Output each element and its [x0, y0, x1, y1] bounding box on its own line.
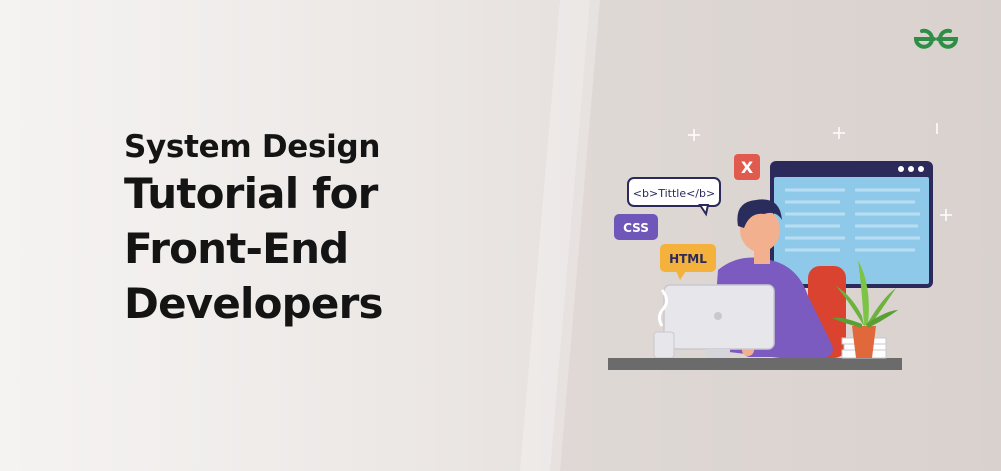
banner: System Design Tutorial for Front-End Dev… [0, 0, 1001, 471]
title-line-2: Tutorial for [124, 169, 378, 218]
svg-text:HTML: HTML [669, 252, 707, 266]
svg-text:X: X [741, 158, 754, 177]
svg-text:CSS: CSS [623, 221, 649, 235]
developer-illustration: X <b>Tittle</b> CSS HTML [608, 123, 952, 370]
geeksforgeeks-logo-icon [913, 28, 959, 49]
page-title: System Design Tutorial for Front-End Dev… [124, 128, 384, 331]
title-line-3: Front-End [124, 224, 349, 273]
desk [608, 358, 902, 370]
b-tag-bubble: <b>Tittle</b> [627, 177, 721, 217]
svg-text:<b>Tittle</b>: <b>Tittle</b> [633, 187, 715, 200]
title-line-4: Developers [124, 279, 384, 328]
title-line-1: System Design [124, 129, 381, 165]
browser-window [770, 161, 933, 288]
close-badge: X [734, 154, 760, 180]
css-badge: CSS [614, 214, 658, 240]
html-badge: HTML [660, 244, 716, 280]
monitor [663, 284, 775, 359]
